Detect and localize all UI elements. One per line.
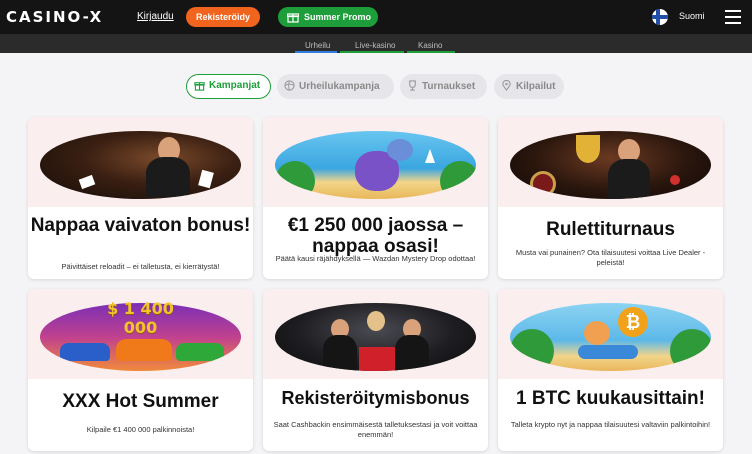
login-link[interactable]: Kirjaudu — [137, 11, 174, 22]
language-selector[interactable]: Suomi — [679, 11, 705, 21]
casino-dealer-art — [28, 117, 253, 207]
summer-promo-label: Summer Promo — [304, 12, 372, 22]
bitcoin-scooter-art: ₿ — [498, 289, 723, 379]
cars-prize-art: $ 1 400 000 — [28, 289, 253, 379]
promo-card[interactable]: Rulettiturnaus Musta vai punainen? Ota t… — [498, 117, 723, 279]
filter-sports-promotions[interactable]: Urheilukampanja — [277, 74, 394, 99]
finland-flag-icon[interactable] — [652, 9, 668, 25]
promo-card[interactable]: $ 1 400 000 XXX Hot Summer Kilpaile €1 4… — [28, 289, 253, 451]
promo-card[interactable]: €1 250 000 jaossa – nappaa osasi! Päätä … — [263, 117, 488, 279]
register-button[interactable]: Rekisteröidy — [186, 7, 260, 27]
filter-tournaments[interactable]: Turnaukset — [400, 74, 487, 99]
filter-promotions-label: Kampanjat — [209, 80, 261, 91]
card-title: 1 BTC kuukausittain! — [516, 388, 705, 409]
gift-icon — [194, 82, 205, 91]
card-title: XXX Hot Summer — [62, 391, 219, 412]
dragon-beach-art — [263, 117, 488, 207]
tab-sports-indicator — [295, 51, 337, 53]
trophy-icon — [409, 80, 416, 91]
pin-icon — [502, 80, 511, 91]
card-description: Päätä kausi räjähdyksellä — Wazdan Myste… — [275, 254, 476, 263]
card-title: Rulettiturnaus — [546, 219, 675, 240]
promo-card[interactable]: Rekisteröitymisbonus Saat Cashbackin ens… — [263, 289, 488, 451]
roulette-trophy-art — [498, 117, 723, 207]
tab-live-casino[interactable]: Live-kasino — [355, 41, 395, 50]
tab-casino-indicator — [407, 51, 455, 53]
filter-tournaments-label: Turnaukset — [422, 81, 476, 92]
filter-competitions-label: Kilpailut — [516, 81, 556, 92]
card-description: Saat Cashbackin ensimmäisestä talletukse… — [273, 420, 478, 439]
ball-icon — [284, 80, 295, 91]
tab-sports[interactable]: Urheilu — [305, 41, 330, 50]
top-bar: CASINO-X Kirjaudu Rekisteröidy Summer Pr… — [0, 0, 752, 34]
card-title: Nappaa vaivaton bonus! — [30, 215, 251, 236]
card-title: Rekisteröitymisbonus — [281, 388, 470, 408]
promo-card[interactable]: ₿ 1 BTC kuukausittain! Talleta krypto ny… — [498, 289, 723, 451]
tab-casino[interactable]: Kasino — [418, 41, 442, 50]
gift-dealers-art — [263, 289, 488, 379]
card-description: Talleta krypto nyt ja nappaa tilaisuutes… — [510, 420, 711, 429]
card-description: Kilpaile €1 400 000 palkinnoista! — [86, 425, 195, 434]
card-description: Päivittäiset reloadit – ei talletusta, e… — [61, 262, 220, 271]
card-description: Musta vai punainen? Ota tilaisuutesi voi… — [515, 248, 706, 267]
gift-icon — [287, 13, 299, 23]
filter-sports-promotions-label: Urheilukampanja — [299, 81, 380, 92]
card-title: €1 250 000 jaossa – nappaa osasi! — [287, 215, 464, 257]
casino-logo[interactable]: CASINO-X — [6, 8, 103, 26]
filter-promotions[interactable]: Kampanjat — [186, 74, 271, 99]
prize-amount-label: $ 1 400 000 — [107, 299, 174, 337]
filter-competitions[interactable]: Kilpailut — [494, 74, 564, 99]
summer-promo-button[interactable]: Summer Promo — [278, 7, 378, 27]
promo-card[interactable]: Nappaa vaivaton bonus! Päivittäiset relo… — [28, 117, 253, 279]
hamburger-menu-icon[interactable] — [725, 10, 741, 24]
product-nav: Urheilu Live-kasino Kasino — [0, 34, 752, 53]
tab-live-casino-indicator — [340, 51, 404, 53]
